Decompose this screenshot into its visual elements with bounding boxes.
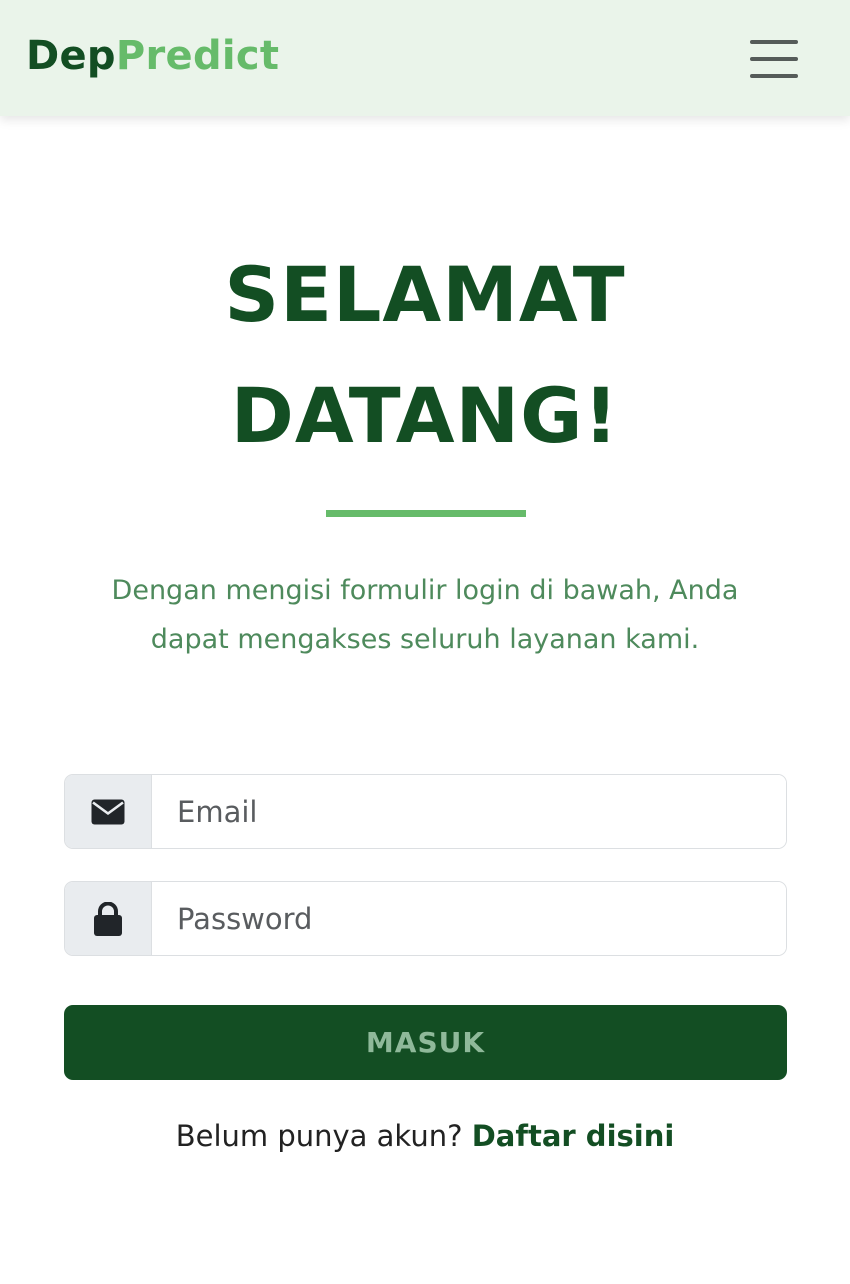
brand-logo[interactable]: DepPredict (26, 32, 279, 80)
envelope-icon (91, 799, 125, 824)
hamburger-bar (750, 40, 798, 44)
login-button[interactable]: MASUK (64, 1005, 787, 1080)
page-title: SELAMAT DATANG! (0, 234, 850, 476)
password-addon (65, 882, 152, 955)
navbar: DepPredict (0, 0, 850, 116)
login-description: Dengan mengisi formulir login di bawah, … (111, 575, 739, 655)
email-addon (65, 775, 152, 848)
email-field[interactable] (152, 775, 786, 848)
password-field[interactable] (152, 882, 786, 955)
hamburger-menu-icon[interactable] (746, 34, 802, 84)
brand-text-predict: Predict (115, 33, 280, 79)
register-link[interactable]: Daftar disini (472, 1119, 675, 1153)
hamburger-bar (750, 57, 798, 61)
password-input-group (64, 881, 787, 956)
register-prompt-text: Belum punya akun? (175, 1119, 463, 1153)
register-prompt: Belum punya akun? Daftar disini (0, 1114, 850, 1158)
title-line-2: DATANG! (230, 371, 620, 460)
hamburger-bar (750, 74, 798, 78)
title-line-1: SELAMAT (224, 250, 626, 339)
lock-icon (94, 901, 122, 936)
email-input-group (64, 774, 787, 849)
brand-text-dep: Dep (26, 33, 116, 79)
title-divider (326, 510, 526, 517)
